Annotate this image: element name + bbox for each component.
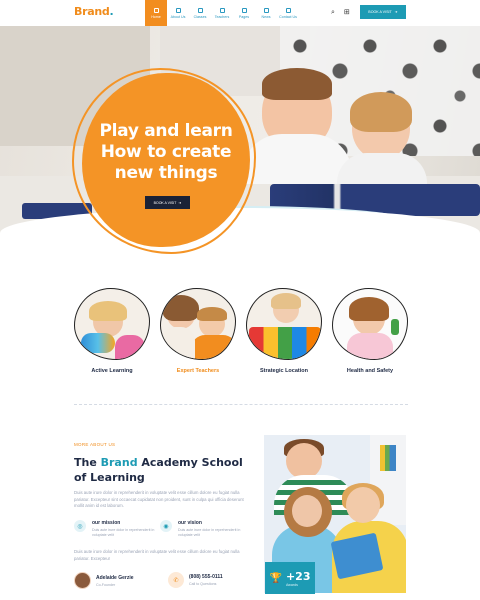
teacher-icon: [219, 7, 225, 13]
vision-block: ◉ our vision Duis aute irure dolor in re…: [160, 520, 244, 538]
feature-image: [74, 288, 150, 360]
nav-item-teachers[interactable]: Teachers: [211, 0, 233, 26]
nav-item-about[interactable]: About Us: [167, 0, 189, 26]
hero-title: Play and learn How to create new things: [82, 121, 250, 184]
feature-image: [160, 288, 236, 360]
feature-expert-teachers[interactable]: Expert Teachers: [160, 288, 236, 374]
info-icon: [175, 7, 181, 13]
brand-dot: .: [109, 5, 114, 18]
nav-item-news[interactable]: News: [255, 0, 277, 26]
about-paragraph-2: Duis aute irure dolor in reprehenderit i…: [74, 549, 240, 561]
feature-strategic-location[interactable]: Strategic Location: [246, 288, 322, 374]
phone-contact[interactable]: ✆ (808) 555-0111 Call to Questions: [168, 572, 223, 588]
founder-role: Co-Founder: [96, 582, 116, 587]
mission-text: Duis aute irure dolor in reprehenderit i…: [92, 528, 155, 537]
target-icon: ◎: [74, 520, 86, 532]
about-title-pre: The: [74, 456, 101, 469]
main-nav: Home About Us Classes Teachers Pages New…: [145, 0, 299, 26]
header-icons: ⌕ ⊞: [331, 9, 350, 16]
hero-book-visit-button[interactable]: BOOK A VISIT ➜: [145, 196, 190, 209]
about-title: The Brand Academy School of Learning: [74, 455, 244, 485]
nav-item-contact[interactable]: Contact Us: [277, 0, 299, 26]
hero-photo-boy: [242, 68, 352, 184]
mission-title: our mission: [92, 520, 121, 526]
hero-button-label: BOOK A VISIT: [153, 200, 177, 205]
awards-badge: 🏆 +23 Awards: [265, 562, 315, 594]
nav-label: Home: [151, 14, 161, 19]
feature-label: Health and Safety: [346, 368, 394, 374]
nav-label: Contact Us: [279, 14, 297, 19]
awards-label: Awards: [285, 582, 298, 587]
nav-item-classes[interactable]: Classes: [189, 0, 211, 26]
news-icon: [263, 7, 269, 13]
grid-menu-icon[interactable]: ⊞: [344, 9, 350, 16]
about-paragraph: Duis aute irure dolor in reprehenderit i…: [74, 490, 244, 508]
mail-icon: [285, 7, 291, 13]
arrow-right-icon: ➜: [394, 10, 398, 14]
founder-name: Adelaide Gerzie: [96, 574, 134, 581]
hero-title-line: new things: [114, 163, 218, 183]
nav-label: About Us: [170, 14, 186, 19]
hero-photo-girl: [337, 92, 427, 193]
feature-label: Strategic Location: [260, 368, 308, 374]
vision-text: Duis aute irure dolor in reprehenderit i…: [178, 528, 241, 537]
founder-card: Adelaide Gerzie Co-Founder: [74, 572, 134, 589]
site-header: Brand. Home About Us Classes Teachers Pa…: [0, 0, 480, 26]
trophy-icon: 🏆: [269, 572, 282, 584]
phone-icon: ✆: [168, 572, 184, 588]
hero-title-line: Play and learn: [99, 121, 233, 141]
home-icon: [153, 7, 159, 13]
section-divider: [74, 404, 408, 405]
brand-name: Brand: [74, 5, 110, 18]
hero-title-line: How to create: [100, 142, 232, 162]
feature-label: Active Learning: [91, 368, 133, 374]
nav-label: Teachers: [214, 14, 230, 19]
feature-image: [246, 288, 322, 360]
nav-label: Classes: [193, 14, 207, 19]
book-visit-label: BOOK A VISIT: [368, 10, 392, 14]
avatar: [74, 572, 91, 589]
nav-item-home[interactable]: Home: [145, 0, 167, 26]
page: Brand. Home About Us Classes Teachers Pa…: [0, 0, 480, 600]
features-row: Active Learning Expert Teachers Strategi…: [74, 288, 408, 383]
nav-item-pages[interactable]: Pages: [233, 0, 255, 26]
mission-block: ◎ our mission Duis aute irure dolor in r…: [74, 520, 158, 538]
phone-number: (808) 555-0111: [189, 574, 223, 580]
feature-image: [332, 288, 408, 360]
about-eyebrow: MORE ABOUT US: [74, 442, 116, 447]
vision-title: our vision: [178, 520, 202, 526]
search-icon[interactable]: ⌕: [331, 9, 335, 16]
nav-label: News: [261, 14, 271, 19]
feature-label: Expert Teachers: [176, 368, 220, 374]
book-visit-button[interactable]: BOOK A VISIT ➜: [360, 5, 406, 19]
feature-active-learning[interactable]: Active Learning: [74, 288, 150, 374]
feature-health-safety[interactable]: Health and Safety: [332, 288, 408, 374]
pages-icon: [241, 7, 247, 13]
nav-label: Pages: [238, 14, 250, 19]
awards-count: +23: [285, 569, 311, 583]
eye-icon: ◉: [160, 520, 172, 532]
phone-label: Call to Questions: [189, 582, 217, 586]
about-title-brand: Brand: [100, 456, 138, 469]
book-icon: [197, 7, 203, 13]
brand-logo[interactable]: Brand.: [74, 5, 114, 18]
arrow-right-icon: ➜: [178, 200, 182, 205]
